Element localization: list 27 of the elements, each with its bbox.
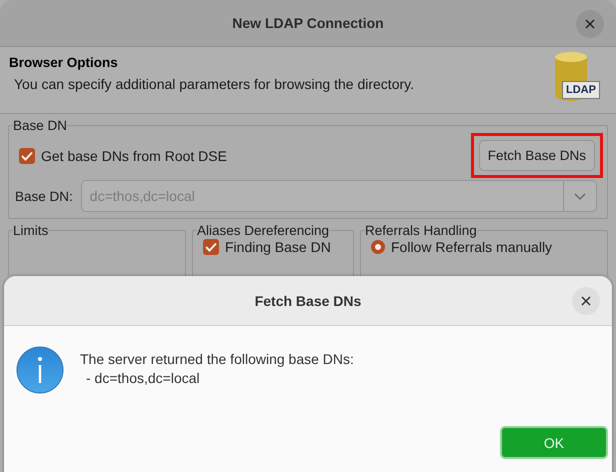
group-title: Limits (13, 223, 48, 238)
page-title: Browser Options (9, 55, 119, 70)
group-title: Aliases Dereferencing (197, 223, 330, 238)
checkbox-label: Finding Base DN (225, 239, 331, 255)
close-icon (581, 296, 591, 306)
ldap-label: LDAP (562, 81, 600, 99)
fetch-base-dns-button[interactable]: Fetch Base DNs (478, 140, 595, 171)
page-description: You can specify additional parameters for browsing the directory. (13, 76, 414, 92)
close-button[interactable] (572, 287, 600, 315)
close-icon (585, 19, 595, 29)
group-title: Base DN (13, 118, 68, 133)
message-text: The server returned the following base DNs: (80, 350, 354, 369)
info-icon (16, 346, 64, 394)
checkbox[interactable] (203, 239, 219, 255)
group-title: Referrals Handling (365, 223, 477, 238)
check-icon (205, 242, 217, 252)
base-dn-entry: - dc=thos,dc=local (85, 369, 201, 388)
root-dse-checkbox[interactable]: Get base DNs from Root DSE (19, 148, 227, 164)
close-button[interactable] (576, 10, 604, 38)
radio-button[interactable] (371, 240, 385, 254)
check-icon (21, 150, 33, 160)
dialog-title: Fetch Base DNs (254, 292, 362, 308)
window-title: New LDAP Connection (232, 15, 384, 31)
field-label: Base DN: (15, 188, 73, 204)
checkbox[interactable] (19, 148, 35, 164)
radio-label: Follow Referrals manually (391, 239, 552, 255)
chevron-down-icon (574, 192, 586, 200)
